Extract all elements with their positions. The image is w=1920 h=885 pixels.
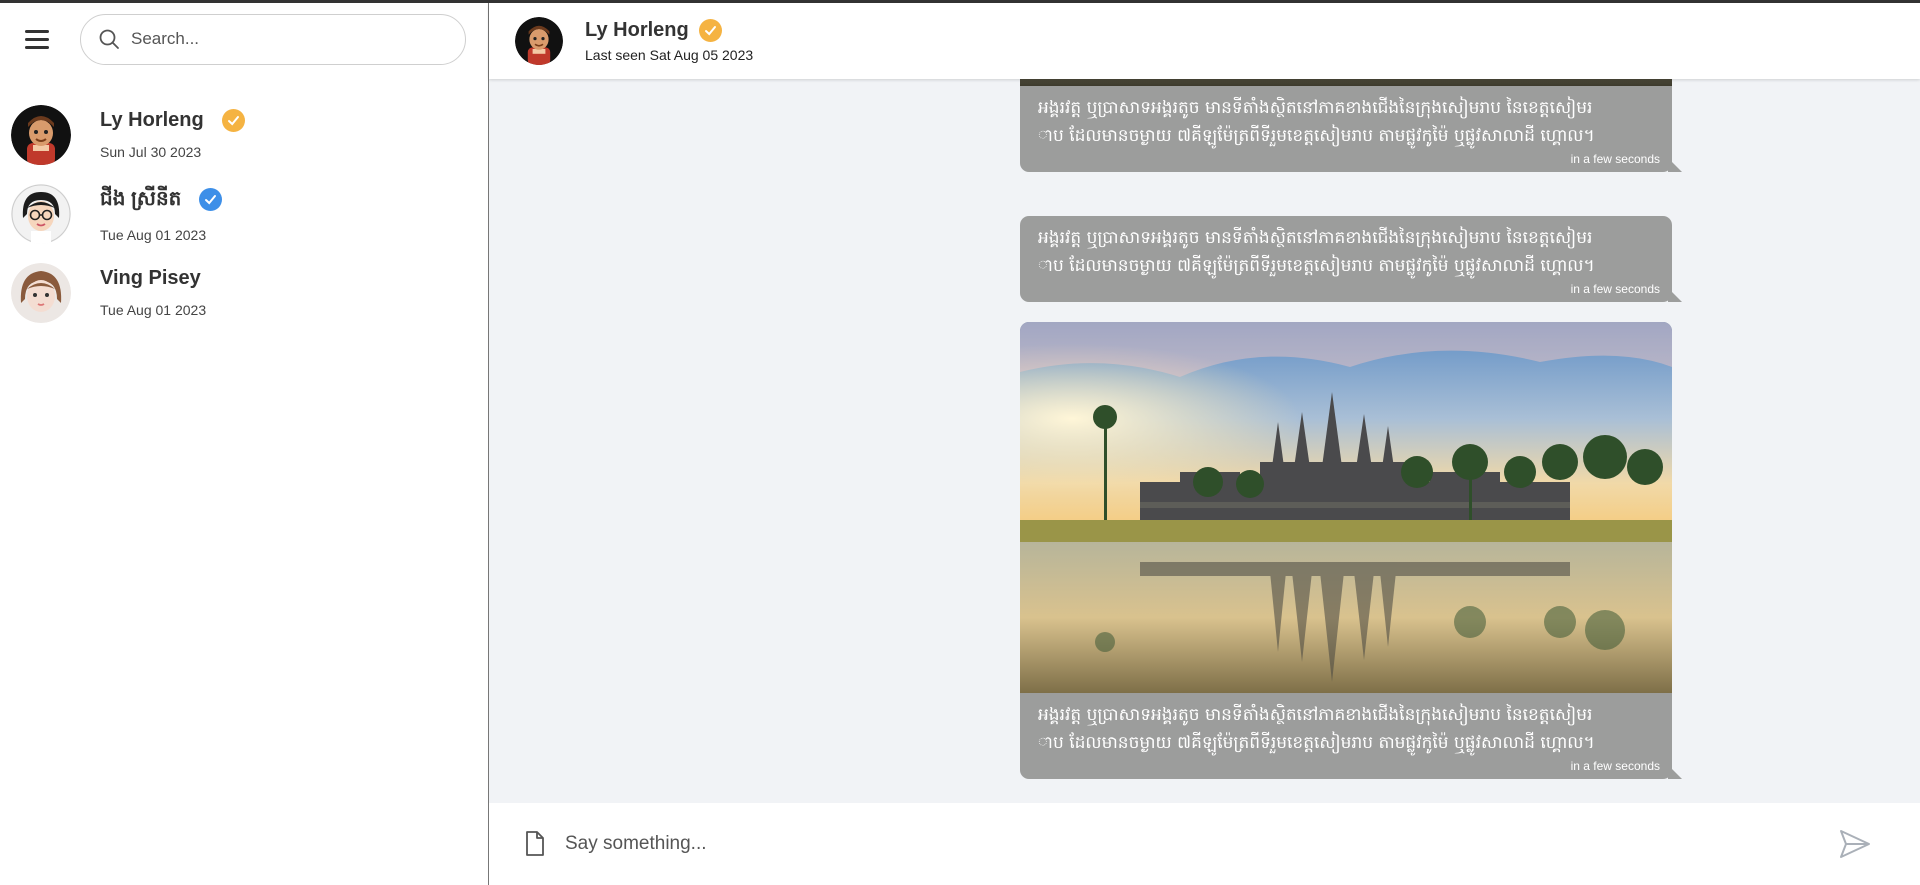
chat-panel: Ly Horleng Last seen Sat Aug 05 2023 អង្… [489,3,1920,885]
search-icon [99,29,119,49]
search-input[interactable] [131,29,431,49]
contact-date: Sun Jul 30 2023 [100,144,202,160]
avatar [11,262,71,323]
send-icon[interactable] [1838,827,1872,861]
contact-name: Ving Pisey [100,267,201,289]
message-bubble[interactable]: អង្គរវត្ត ឬប្រាសាទអង្គរតូច មានទីតាំងស្ថិ… [1020,79,1682,172]
message-bubble[interactable]: អង្គរវត្ត ឬប្រាសាទអង្គរតូច មានទីតាំងស្ថិ… [1020,216,1682,302]
hamburger-icon[interactable] [25,25,53,53]
chat-app: Ly Horleng Sun Jul 30 2023 [0,3,1920,885]
message-composer [489,803,1920,885]
contact-item-jing-sreynit[interactable]: ជីង ស្រីនីត Tue Aug 01 2023 [0,174,488,253]
contact-item-ly-horleng[interactable]: Ly Horleng Sun Jul 30 2023 [0,95,488,174]
message-text: អង្គរវត្ត ឬប្រាសាទអង្គរតូច មានទីតាំងស្ថិ… [1038,705,1595,753]
avatar [11,183,71,244]
message-text: អង្គរវត្ត ឬប្រាសាទអង្គរតូច មានទីតាំងស្ថិ… [1038,228,1595,276]
avatar [11,104,71,165]
message-bubble[interactable]: អង្គរវត្ត ឬប្រាសាទអង្គរតូច មានទីតាំងស្ថិ… [1020,322,1682,779]
chat-header: Ly Horleng Last seen Sat Aug 05 2023 [489,3,1920,79]
sidebar-header [0,3,488,75]
contact-list: Ly Horleng Sun Jul 30 2023 ជីង ស្រីនីត T… [0,95,488,332]
message-time: in a few seconds [1570,759,1660,773]
message-image[interactable] [1020,79,1672,86]
search-box[interactable] [80,13,466,65]
contact-name: ជីង ស្រីនីត [100,187,182,210]
last-seen-status: Last seen Sat Aug 05 2023 [585,47,754,63]
verified-badge-icon [698,19,722,42]
contact-date: Tue Aug 01 2023 [100,302,207,318]
message-text: អង្គរវត្ត ឬប្រាសាទអង្គរតូច មានទីតាំងស្ថិ… [1038,98,1595,146]
avatar[interactable] [515,17,563,65]
verified-badge-icon [221,109,245,132]
attach-file-icon[interactable] [522,830,548,858]
contact-name: Ly Horleng [100,109,204,131]
message-time: in a few seconds [1570,152,1660,166]
verified-badge-icon [199,188,223,211]
message-time: in a few seconds [1570,282,1660,296]
message-input[interactable] [565,833,1815,855]
contact-date: Tue Aug 01 2023 [100,226,207,243]
message-image-angkor-wat[interactable] [1020,322,1672,693]
sidebar: Ly Horleng Sun Jul 30 2023 [0,3,489,885]
chat-contact-name: Ly Horleng [585,19,689,41]
contact-item-ving-pisey[interactable]: Ving Pisey Tue Aug 01 2023 [0,253,488,332]
message-list: អង្គរវត្ត ឬប្រាសាទអង្គរតូច មានទីតាំងស្ថិ… [489,79,1920,803]
